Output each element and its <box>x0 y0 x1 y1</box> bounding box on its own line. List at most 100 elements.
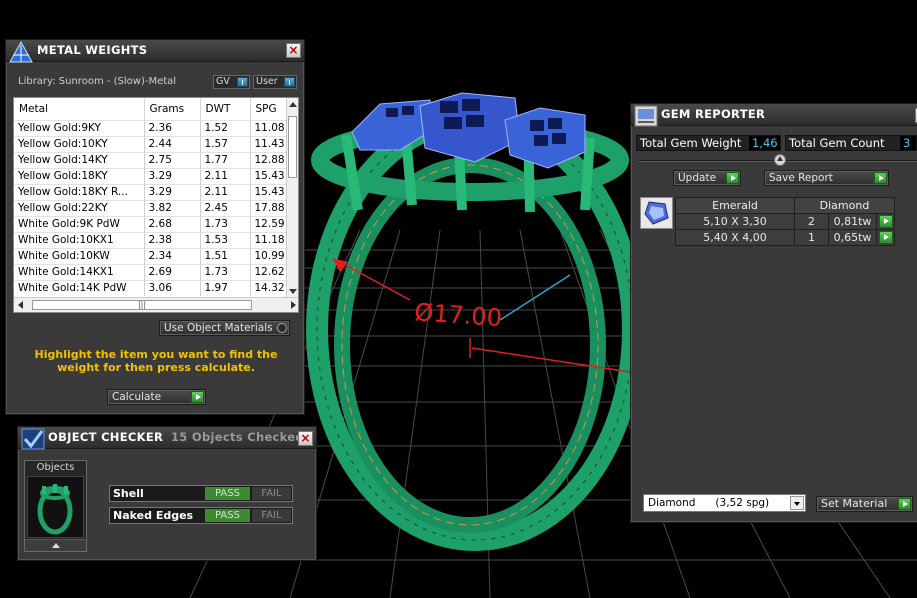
table-row[interactable]: White Gold:14K PdW 3.06 1.97 14.32 <box>14 279 289 296</box>
gem-reporter-titlebar[interactable]: GEM REPORTER × <box>631 104 917 127</box>
dwt-cell: 1.97 <box>200 279 251 296</box>
metal-name: White Gold:10KW <box>14 247 145 264</box>
spg-cell: 15.43 <box>250 183 289 200</box>
expand-up-icon[interactable] <box>25 539 86 551</box>
save-report-button[interactable]: Save Report <box>764 170 889 186</box>
object-checker-titlebar[interactable]: OBJECT CHECKER 15 Objects Checked × <box>18 427 316 450</box>
dwt-cell: 1.51 <box>200 247 251 264</box>
metal-name: Yellow Gold:9KY <box>14 119 145 136</box>
play-arrow-icon <box>726 172 739 184</box>
table-row[interactable]: Yellow Gold:18KY R... 3.29 2.11 15.43 <box>14 183 289 200</box>
ring-thumbnail-icon <box>37 484 73 535</box>
table-row[interactable]: Yellow Gold:14KY 2.75 1.77 12.88 <box>14 151 289 168</box>
spg-cell: 17.88 <box>250 199 289 216</box>
dwt-cell: 1.77 <box>200 151 251 168</box>
table-row[interactable]: Yellow Gold:9KY 2.36 1.52 11.08 <box>14 119 289 136</box>
objects-list[interactable]: Objects <box>24 460 87 552</box>
column-header[interactable]: Metal <box>14 98 145 120</box>
metal-weights-titlebar[interactable]: METAL WEIGHTS × <box>6 40 304 63</box>
spg-cell: 15.43 <box>250 167 289 184</box>
metal-table-container: Metal Grams DWT SPG Yellow Gold:9KY 2.36 1… <box>13 97 299 313</box>
total-gem-weight-value: 1,46 <box>749 136 780 150</box>
update-label: Update <box>678 172 717 184</box>
total-gem-count-label: Total Gem Count <box>789 136 885 150</box>
scroll-thumb[interactable]: ||| <box>32 300 252 310</box>
gem-reporter-panel: GEM REPORTER × Total Gem Weight 1,46 Tot… <box>630 103 917 523</box>
metal-weights-tool-icon <box>9 41 33 63</box>
dwt-cell: 1.73 <box>200 263 251 280</box>
spg-cell: 12.88 <box>250 151 289 168</box>
grams-cell: 2.75 <box>144 151 201 168</box>
table-row[interactable]: 5,40 X 4,00 1 0,65tw <box>675 229 895 246</box>
grams-cell: 3.06 <box>144 279 201 296</box>
chevron-down-icon <box>790 496 804 510</box>
naked-edges-check-row: Naked Edges PASS FAIL <box>109 507 293 524</box>
pass-badge[interactable]: PASS <box>205 487 250 500</box>
column-header[interactable]: SPG <box>250 98 289 120</box>
table-header-row: Metal Grams DWT SPG <box>14 98 289 120</box>
objects-checked-count: 15 Objects Checked <box>171 430 304 444</box>
grams-cell: 3.29 <box>144 183 201 200</box>
object-thumbnail[interactable] <box>27 476 84 538</box>
scroll-down-icon[interactable] <box>289 289 297 294</box>
user-toggle[interactable]: User <box>253 75 297 89</box>
scroll-up-icon[interactable] <box>289 102 297 107</box>
close-button[interactable]: × <box>286 43 301 58</box>
column-header[interactable]: Grams <box>144 98 201 120</box>
play-arrow-icon[interactable] <box>878 231 893 245</box>
close-icon: × <box>300 431 311 445</box>
diamond-header[interactable]: Diamond <box>794 197 895 214</box>
metal-weights-panel: METAL WEIGHTS × Library: Sunroom - (Slow… <box>5 39 305 415</box>
total-gem-weight: Total Gem Weight 1,46 <box>636 135 781 151</box>
gem-weight: 0,81tw <box>828 213 877 230</box>
calculate-button[interactable]: Calculate <box>107 389 206 405</box>
material-select[interactable]: Diamond (3,52 spg) <box>643 494 806 512</box>
update-button[interactable]: Update <box>673 170 741 186</box>
close-icon: × <box>288 43 299 57</box>
total-gem-count-value: 3 <box>900 136 916 150</box>
table-row[interactable]: White Gold:9K PdW 2.68 1.73 12.59 <box>14 215 289 232</box>
panel-title: METAL WEIGHTS <box>37 43 148 57</box>
table-row[interactable]: Yellow Gold:10KY 2.44 1.57 11.43 <box>14 135 289 152</box>
column-header[interactable]: DWT <box>200 98 251 120</box>
table-row[interactable]: 5,10 X 3,30 2 0,81tw <box>675 213 895 230</box>
scroll-left-icon[interactable] <box>18 301 23 309</box>
gem-size: 5,40 X 4,00 <box>675 229 795 246</box>
spg-cell: 12.62 <box>250 263 289 280</box>
grams-cell: 2.44 <box>144 135 201 152</box>
grams-cell: 3.82 <box>144 199 201 216</box>
fail-badge[interactable]: FAIL <box>252 509 291 522</box>
metal-name: Yellow Gold:14KY <box>14 151 145 168</box>
pass-badge[interactable]: PASS <box>205 509 250 522</box>
dwt-cell: 1.53 <box>200 231 251 248</box>
metal-name: White Gold:10KX1 <box>14 231 145 248</box>
fail-badge[interactable]: FAIL <box>252 487 291 500</box>
metal-name: Yellow Gold:22KY <box>14 199 145 216</box>
emerald-header[interactable]: Emerald <box>675 197 795 214</box>
dwt-cell: 2.45 <box>200 199 251 216</box>
table-row[interactable]: Yellow Gold:18KY 3.29 2.11 15.43 <box>14 167 289 184</box>
set-material-button[interactable]: Set Material <box>816 496 913 512</box>
gv-toggle[interactable]: GV <box>213 75 250 89</box>
total-gem-count: Total Gem Count 3 <box>785 135 917 151</box>
dwt-cell: 1.57 <box>200 135 251 152</box>
use-object-materials-button[interactable]: Use Object Materials <box>159 320 290 336</box>
table-row[interactable]: White Gold:10KX1 2.38 1.53 11.18 <box>14 231 289 248</box>
metal-table: Metal Grams DWT SPG Yellow Gold:9KY 2.36 1… <box>14 98 289 296</box>
close-button[interactable]: × <box>298 431 313 446</box>
table-row[interactable]: Yellow Gold:22KY 3.82 2.45 17.88 <box>14 199 289 216</box>
dwt-cell: 2.11 <box>200 167 251 184</box>
metal-name: Yellow Gold:10KY <box>14 135 145 152</box>
gem-type-thumbnail[interactable] <box>640 197 673 229</box>
grams-cell: 3.29 <box>144 167 201 184</box>
table-row[interactable]: White Gold:10KW 2.34 1.51 10.99 <box>14 247 289 264</box>
gem-count: 1 <box>794 229 829 246</box>
vertical-scrollbar[interactable] <box>286 98 298 298</box>
scroll-right-icon[interactable] <box>291 301 296 309</box>
horizontal-scrollbar[interactable]: ||| <box>14 297 298 312</box>
slider-handle[interactable] <box>774 154 786 166</box>
grams-cell: 2.68 <box>144 215 201 232</box>
table-row[interactable]: White Gold:14KX1 2.69 1.73 12.62 <box>14 263 289 280</box>
play-arrow-icon[interactable] <box>878 215 893 229</box>
scroll-thumb[interactable] <box>288 116 297 178</box>
